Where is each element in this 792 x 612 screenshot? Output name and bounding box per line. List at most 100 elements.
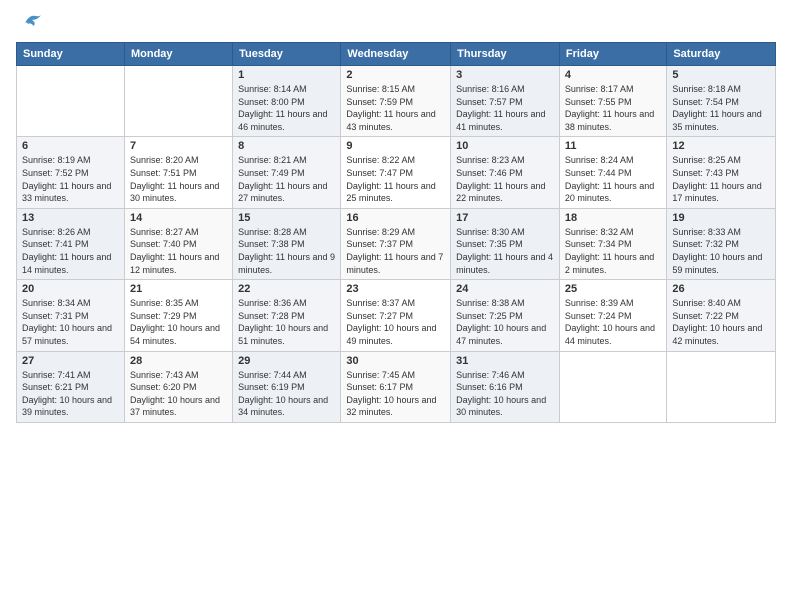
day-info: Sunrise: 8:32 AM Sunset: 7:34 PM Dayligh… [565, 226, 661, 276]
calendar-table: SundayMondayTuesdayWednesdayThursdayFrid… [16, 42, 776, 423]
day-number: 13 [22, 212, 119, 224]
day-number: 8 [238, 140, 335, 152]
day-number: 25 [565, 283, 661, 295]
calendar-day-header: Saturday [667, 43, 776, 66]
calendar-day-cell: 30 Sunrise: 7:45 AM Sunset: 6:17 PM Dayli… [341, 351, 451, 422]
calendar-day-cell: 23 Sunrise: 8:37 AM Sunset: 7:27 PM Dayli… [341, 280, 451, 351]
calendar-day-cell: 11Sunrise: 8:24 AM Sunset: 7:44 PM Dayli… [559, 137, 666, 208]
day-number: 17 [456, 212, 554, 224]
calendar-day-cell: 15Sunrise: 8:28 AM Sunset: 7:38 PM Dayli… [233, 208, 341, 279]
day-number: 7 [130, 140, 227, 152]
day-info: Sunrise: 7:46 AM Sunset: 6:16 PM Dayligh… [456, 369, 554, 419]
calendar-day-cell: 4Sunrise: 8:17 AM Sunset: 7:55 PM Daylig… [559, 66, 666, 137]
day-info: Sunrise: 7:45 AM Sunset: 6:17 PM Dayligh… [346, 369, 445, 419]
day-info: Sunrise: 8:40 AM Sunset: 7:22 PM Dayligh… [672, 297, 770, 347]
day-info: Sunrise: 8:19 AM Sunset: 7:52 PM Dayligh… [22, 154, 119, 204]
day-number: 20 [22, 283, 119, 295]
day-info: Sunrise: 8:37 AM Sunset: 7:27 PM Dayligh… [346, 297, 445, 347]
calendar-day-cell: 26 Sunrise: 8:40 AM Sunset: 7:22 PM Dayli… [667, 280, 776, 351]
calendar-day-cell: 18 Sunrise: 8:32 AM Sunset: 7:34 PM Dayli… [559, 208, 666, 279]
calendar-day-cell: 10Sunrise: 8:23 AM Sunset: 7:46 PM Dayli… [451, 137, 560, 208]
logo [16, 12, 44, 36]
day-info: Sunrise: 7:41 AM Sunset: 6:21 PM Dayligh… [22, 369, 119, 419]
day-number: 28 [130, 355, 227, 367]
logo-bird-icon [22, 12, 44, 36]
calendar-day-cell: 1 Sunrise: 8:14 AM Sunset: 8:00 PM Daylig… [233, 66, 341, 137]
day-info: Sunrise: 8:28 AM Sunset: 7:38 PM Dayligh… [238, 226, 335, 276]
day-info: Sunrise: 8:26 AM Sunset: 7:41 PM Dayligh… [22, 226, 119, 276]
day-number: 23 [346, 283, 445, 295]
day-info: Sunrise: 8:34 AM Sunset: 7:31 PM Dayligh… [22, 297, 119, 347]
day-number: 14 [130, 212, 227, 224]
calendar-day-cell: 20 Sunrise: 8:34 AM Sunset: 7:31 PM Dayli… [17, 280, 125, 351]
day-number: 6 [22, 140, 119, 152]
day-info: Sunrise: 8:27 AM Sunset: 7:40 PM Dayligh… [130, 226, 227, 276]
calendar-day-cell [559, 351, 666, 422]
calendar-day-cell: 16 Sunrise: 8:29 AM Sunset: 7:37 PM Dayli… [341, 208, 451, 279]
day-info: Sunrise: 8:14 AM Sunset: 8:00 PM Dayligh… [238, 83, 335, 133]
calendar-day-cell [17, 66, 125, 137]
day-info: Sunrise: 8:16 AM Sunset: 7:57 PM Dayligh… [456, 83, 554, 133]
calendar-day-header: Thursday [451, 43, 560, 66]
day-info: Sunrise: 8:15 AM Sunset: 7:59 PM Dayligh… [346, 83, 445, 133]
page: SundayMondayTuesdayWednesdayThursdayFrid… [0, 0, 792, 612]
calendar-day-cell: 6 Sunrise: 8:19 AM Sunset: 7:52 PM Daylig… [17, 137, 125, 208]
day-number: 24 [456, 283, 554, 295]
calendar-week-row: 20 Sunrise: 8:34 AM Sunset: 7:31 PM Dayli… [17, 280, 776, 351]
day-number: 19 [672, 212, 770, 224]
calendar-day-cell: 28 Sunrise: 7:43 AM Sunset: 6:20 PM Dayli… [124, 351, 232, 422]
calendar-day-cell: 14 Sunrise: 8:27 AM Sunset: 7:40 PM Dayli… [124, 208, 232, 279]
calendar-week-row: 6 Sunrise: 8:19 AM Sunset: 7:52 PM Daylig… [17, 137, 776, 208]
day-info: Sunrise: 8:22 AM Sunset: 7:47 PM Dayligh… [346, 154, 445, 204]
day-number: 18 [565, 212, 661, 224]
day-info: Sunrise: 8:25 AM Sunset: 7:43 PM Dayligh… [672, 154, 770, 204]
calendar-day-header: Friday [559, 43, 666, 66]
calendar-day-cell [124, 66, 232, 137]
day-info: Sunrise: 8:35 AM Sunset: 7:29 PM Dayligh… [130, 297, 227, 347]
day-number: 11 [565, 140, 661, 152]
day-number: 9 [346, 140, 445, 152]
calendar-day-cell: 29 Sunrise: 7:44 AM Sunset: 6:19 PM Dayli… [233, 351, 341, 422]
day-info: Sunrise: 8:30 AM Sunset: 7:35 PM Dayligh… [456, 226, 554, 276]
day-number: 1 [238, 69, 335, 81]
day-number: 16 [346, 212, 445, 224]
calendar-day-cell: 25 Sunrise: 8:39 AM Sunset: 7:24 PM Dayli… [559, 280, 666, 351]
day-info: Sunrise: 8:23 AM Sunset: 7:46 PM Dayligh… [456, 154, 554, 204]
calendar-day-cell: 7 Sunrise: 8:20 AM Sunset: 7:51 PM Daylig… [124, 137, 232, 208]
day-number: 30 [346, 355, 445, 367]
day-info: Sunrise: 8:36 AM Sunset: 7:28 PM Dayligh… [238, 297, 335, 347]
calendar-day-header: Monday [124, 43, 232, 66]
calendar-week-row: 27 Sunrise: 7:41 AM Sunset: 6:21 PM Dayli… [17, 351, 776, 422]
day-number: 22 [238, 283, 335, 295]
calendar-day-header: Wednesday [341, 43, 451, 66]
day-number: 29 [238, 355, 335, 367]
calendar-day-cell: 19 Sunrise: 8:33 AM Sunset: 7:32 PM Dayli… [667, 208, 776, 279]
day-info: Sunrise: 7:43 AM Sunset: 6:20 PM Dayligh… [130, 369, 227, 419]
day-info: Sunrise: 8:39 AM Sunset: 7:24 PM Dayligh… [565, 297, 661, 347]
day-number: 27 [22, 355, 119, 367]
day-number: 31 [456, 355, 554, 367]
day-number: 26 [672, 283, 770, 295]
calendar-day-header: Tuesday [233, 43, 341, 66]
day-number: 2 [346, 69, 445, 81]
day-info: Sunrise: 8:38 AM Sunset: 7:25 PM Dayligh… [456, 297, 554, 347]
day-info: Sunrise: 8:29 AM Sunset: 7:37 PM Dayligh… [346, 226, 445, 276]
day-info: Sunrise: 8:20 AM Sunset: 7:51 PM Dayligh… [130, 154, 227, 204]
day-number: 5 [672, 69, 770, 81]
day-info: Sunrise: 8:21 AM Sunset: 7:49 PM Dayligh… [238, 154, 335, 204]
calendar-day-cell: 24 Sunrise: 8:38 AM Sunset: 7:25 PM Dayli… [451, 280, 560, 351]
day-info: Sunrise: 7:44 AM Sunset: 6:19 PM Dayligh… [238, 369, 335, 419]
calendar-header-row: SundayMondayTuesdayWednesdayThursdayFrid… [17, 43, 776, 66]
calendar-day-cell: 22 Sunrise: 8:36 AM Sunset: 7:28 PM Dayli… [233, 280, 341, 351]
day-number: 4 [565, 69, 661, 81]
day-info: Sunrise: 8:33 AM Sunset: 7:32 PM Dayligh… [672, 226, 770, 276]
calendar-day-cell: 31 Sunrise: 7:46 AM Sunset: 6:16 PM Dayli… [451, 351, 560, 422]
calendar-day-cell: 3Sunrise: 8:16 AM Sunset: 7:57 PM Daylig… [451, 66, 560, 137]
calendar-day-cell: 13 Sunrise: 8:26 AM Sunset: 7:41 PM Dayli… [17, 208, 125, 279]
calendar-day-header: Sunday [17, 43, 125, 66]
calendar-day-cell: 5 Sunrise: 8:18 AM Sunset: 7:54 PM Daylig… [667, 66, 776, 137]
day-number: 21 [130, 283, 227, 295]
calendar-day-cell: 9 Sunrise: 8:22 AM Sunset: 7:47 PM Daylig… [341, 137, 451, 208]
day-info: Sunrise: 8:18 AM Sunset: 7:54 PM Dayligh… [672, 83, 770, 133]
calendar-day-cell: 27 Sunrise: 7:41 AM Sunset: 6:21 PM Dayli… [17, 351, 125, 422]
